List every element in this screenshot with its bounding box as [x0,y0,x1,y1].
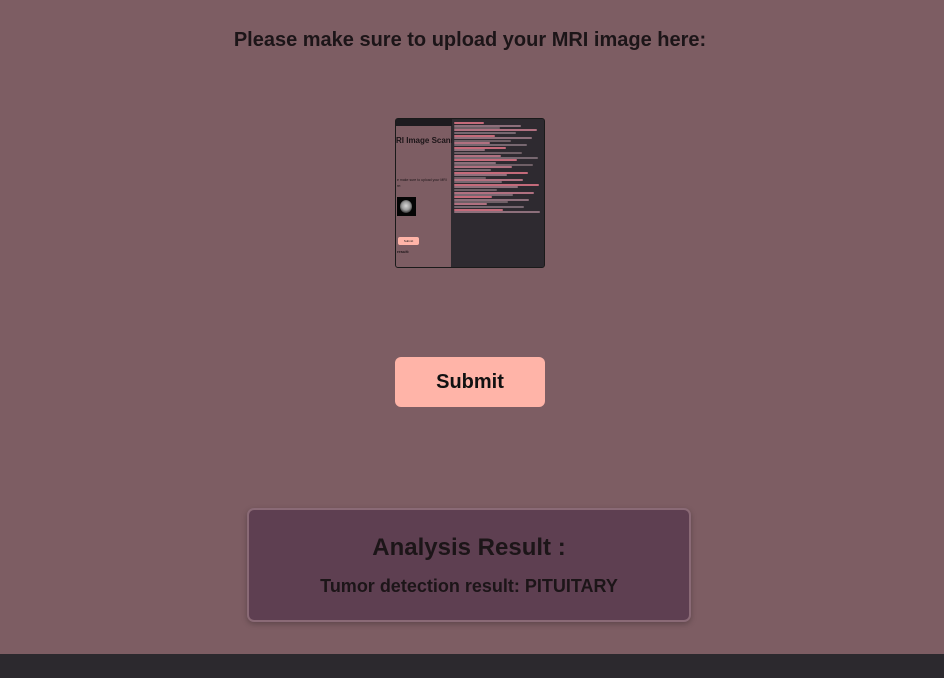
console-line [454,181,502,184]
submit-button[interactable]: Submit [395,357,545,407]
analysis-result-title: Analysis Result : [372,534,566,561]
brain-scan-image [400,200,412,213]
page: Please make sure to upload your MRI imag… [0,0,944,678]
console-line [454,173,507,176]
preview-upload-text: e make sure to upload your MRI [397,178,447,182]
console-line [454,203,487,206]
console-line [454,136,532,139]
preview-mri-image [397,197,416,216]
preview-result-label: result: [397,249,410,254]
preview-submit-button: Submit [398,237,419,245]
upload-heading: Please make sure to upload your MRI imag… [233,29,707,51]
console-line [454,159,517,161]
console-line [454,210,540,213]
uploaded-image-preview[interactable]: RI Image Scanner e make sure to upload y… [395,118,545,268]
preview-left-panel: RI Image Scanner e make sure to upload y… [396,126,463,267]
console-line [454,122,484,124]
preview-upload-text-2: re: [397,184,402,188]
console-line [454,144,527,147]
console-line [454,196,492,198]
console-line [454,129,537,132]
console-line [454,151,522,154]
bottom-bar [0,654,944,678]
preview-console-panel [452,119,544,267]
tumor-detection-result: Tumor detection result: PITUITARY [320,576,618,596]
console-line [454,166,512,169]
analysis-result-card: Analysis Result : Tumor detection result… [247,508,691,622]
console-line [454,188,497,191]
